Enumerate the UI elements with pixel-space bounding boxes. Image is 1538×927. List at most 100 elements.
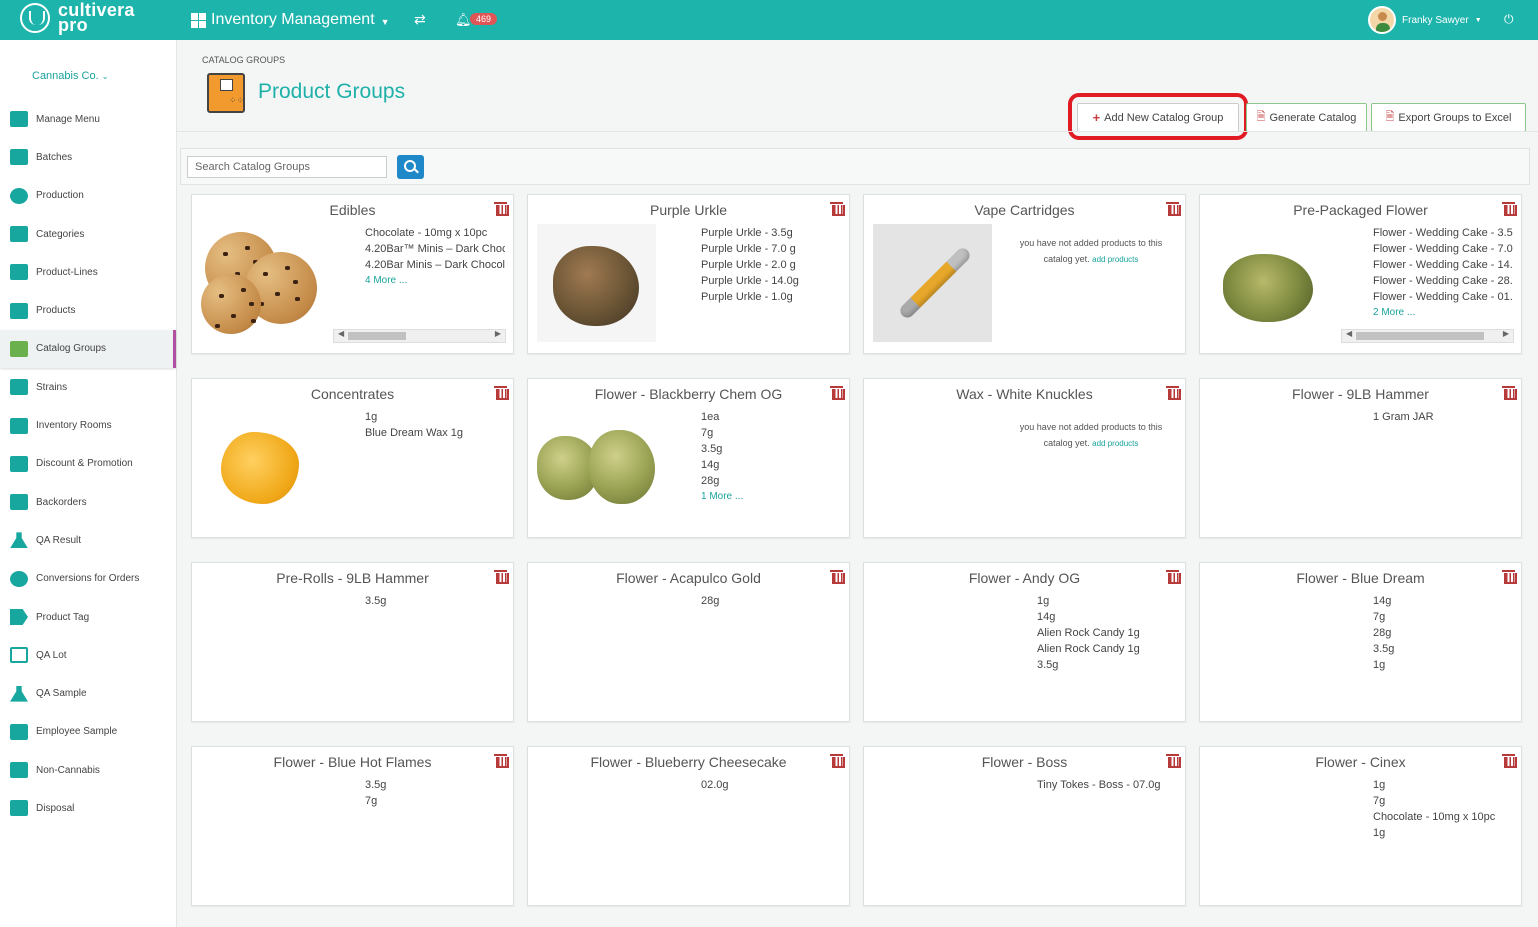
sidebar-item-inventory-rooms[interactable]: Inventory Rooms [0,406,176,444]
company-selector[interactable]: Cannabis Co. ⌄ [32,70,108,82]
sidebar-item-qa-result[interactable]: QA Result [0,521,176,559]
sidebar-item-production[interactable]: Production [0,177,176,215]
add-products-link[interactable]: add products [1092,255,1138,264]
cultivera-logo[interactable]: cultivera pro [20,1,135,34]
card-title[interactable]: Wax - White Knuckles [864,386,1185,402]
card-title[interactable]: Flower - 9LB Hammer [1200,386,1521,402]
product-list: 1g14gAlien Rock Candy 1gAlien Rock Candy… [1037,593,1177,673]
sidebar-item-qa-lot[interactable]: QA Lot [0,636,176,674]
card-title[interactable]: Concentrates [192,386,513,402]
chevron-down-icon: ⌄ [101,72,109,81]
catalog-group-card[interactable]: Flower - Boss Tiny Tokes - Boss - 07.0g [863,746,1186,906]
more-products-link[interactable]: 2 More ... [1373,305,1513,321]
trash-icon[interactable] [494,570,509,584]
trash-icon[interactable] [1166,202,1181,216]
catalog-group-card[interactable]: Vape Cartridges you have not added produc… [863,194,1186,354]
sidebar-item-label: QA Lot [36,649,67,661]
sidebar-item-categories[interactable]: Categories [0,215,176,253]
sidebar-item-discount-promotion[interactable]: Discount & Promotion [0,445,176,483]
scroll-left-icon[interactable]: ◀ [338,329,344,338]
sidebar-item-products[interactable]: Products [0,291,176,329]
add-products-link[interactable]: add products [1092,439,1138,448]
trash-icon[interactable] [1166,386,1181,400]
catalog-group-card[interactable]: Flower - Andy OG 1g14gAlien Rock Candy 1g… [863,562,1186,722]
horizontal-scrollbar[interactable]: ◀ ▶ [333,329,506,343]
search-input[interactable] [187,156,387,178]
card-title[interactable]: Edibles [192,202,513,218]
swap-icon[interactable]: ⇄ [414,11,426,28]
trash-icon[interactable] [494,754,509,768]
card-title[interactable]: Flower - Acapulco Gold [528,570,849,586]
catalog-group-card[interactable]: Flower - 9LB Hammer 1 Gram JAR [1199,378,1522,538]
card-title[interactable]: Flower - Cinex [1200,754,1521,770]
trash-icon[interactable] [830,570,845,584]
catalog-group-card[interactable]: Concentrates 1gBlue Dream Wax 1g [191,378,514,538]
sidebar: Cannabis Co. ⌄ Manage Menu Batches Product… [0,40,177,927]
card-title[interactable]: Flower - Blue Hot Flames [192,754,513,770]
catalog-group-card[interactable]: Pre-Rolls - 9LB Hammer 3.5g [191,562,514,722]
categories-icon [10,226,28,243]
sidebar-item-manage-menu[interactable]: Manage Menu [0,100,176,138]
catalog-group-card[interactable]: Flower - Blue Hot Flames 3.5g7g [191,746,514,906]
card-title[interactable]: Flower - Blueberry Cheesecake [528,754,849,770]
tag-icon [10,609,28,625]
catalog-group-card[interactable]: Edibles Chocolate - 10mg x 10pc4.20Bar™ M… [191,194,514,354]
catalog-group-card[interactable]: Flower - Cinex1g7gChocolate - 10mg x 10p… [1199,746,1522,906]
more-products-link[interactable]: 1 More ... [701,489,841,505]
notification-badge[interactable]: 469 [470,13,498,25]
trash-icon[interactable] [830,202,845,216]
sidebar-item-strains[interactable]: Strains [0,368,176,406]
product-list-item: 7g [701,425,841,441]
trash-icon[interactable] [1166,754,1181,768]
export-groups-button[interactable]: 🗎︎ Export Groups to Excel [1371,103,1526,132]
trash-icon[interactable] [1502,202,1517,216]
sidebar-item-backorders[interactable]: Backorders [0,483,176,521]
sidebar-item-qa-sample[interactable]: QA Sample [0,674,176,712]
card-title[interactable]: Flower - Blackberry Chem OG [528,386,849,402]
trash-icon[interactable] [1502,754,1517,768]
card-title[interactable]: Pre-Rolls - 9LB Hammer [192,570,513,586]
more-products-link[interactable]: 4 More ... [365,273,505,289]
card-title[interactable]: Vape Cartridges [864,202,1185,218]
card-title[interactable]: Flower - Blue Dream [1200,570,1521,586]
catalog-group-card[interactable]: Flower - Blackberry Chem OG 1ea7g3.5g14g2… [527,378,850,538]
trash-icon[interactable] [1166,570,1181,584]
generate-catalog-button[interactable]: 🗎︎ Generate Catalog [1246,103,1367,132]
sidebar-item-employee-sample[interactable]: Employee Sample [0,713,176,751]
catalog-group-card[interactable]: Flower - Blue Dream 14g7g28g3.5g1g [1199,562,1522,722]
trash-icon[interactable] [830,386,845,400]
card-title[interactable]: Purple Urkle [528,202,849,218]
catalog-group-card[interactable]: Flower - Acapulco Gold 28g [527,562,850,722]
scrollbar-thumb[interactable] [348,332,406,340]
trash-icon[interactable] [1502,570,1517,584]
card-title[interactable]: Pre-Packaged Flower [1200,202,1521,218]
power-icon[interactable]: ⏻ [1504,12,1514,27]
horizontal-scrollbar[interactable]: ◀ ▶ [1341,329,1514,343]
sidebar-item-catalog-groups[interactable]: Catalog Groups [0,329,176,369]
sidebar-item-non-cannabis[interactable]: Non-Cannabis [0,751,176,789]
app-switcher[interactable]: Inventory Management ▼ [191,11,390,29]
sidebar-item-product-tag[interactable]: Product Tag [0,598,176,636]
trash-icon[interactable] [494,202,509,216]
trash-icon[interactable] [830,754,845,768]
scrollbar-thumb[interactable] [1356,332,1484,340]
sidebar-item-conversions-for-orders[interactable]: Conversions for Orders [0,560,176,598]
search-button[interactable] [397,155,424,179]
catalog-group-card[interactable]: Flower - Blueberry Cheesecake 02.0g [527,746,850,906]
sidebar-item-batches[interactable]: Batches [0,138,176,176]
catalog-group-card[interactable]: Pre-Packaged Flower Flower - Wedding Cake… [1199,194,1522,354]
scroll-right-icon[interactable]: ▶ [495,329,501,338]
catalog-group-card[interactable]: Wax - White Knuckles you have not added p… [863,378,1186,538]
card-title[interactable]: Flower - Andy OG [864,570,1185,586]
scroll-right-icon[interactable]: ▶ [1503,329,1509,338]
product-list: 3.5g [365,593,505,609]
card-title[interactable]: Flower - Boss [864,754,1185,770]
catalog-group-card[interactable]: Purple UrklePurple Urkle - 3.5gPurple Ur… [527,194,850,354]
user-menu[interactable]: Franky Sawyer ▼ [1368,6,1482,34]
trash-icon[interactable] [1502,386,1517,400]
sidebar-item-product-lines[interactable]: Product-Lines [0,253,176,291]
scroll-left-icon[interactable]: ◀ [1346,329,1352,338]
bell-icon[interactable]: 🔔︎ [455,12,472,28]
trash-icon[interactable] [494,386,509,400]
sidebar-item-disposal[interactable]: Disposal [0,789,176,827]
